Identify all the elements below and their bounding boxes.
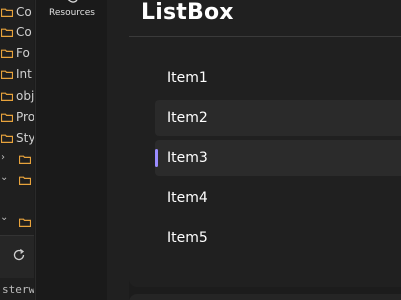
folder-icon [19,155,31,164]
next-card [129,294,401,300]
folder-icon [1,113,13,122]
tree-item-label: Co [16,5,32,19]
folder-icon [19,218,31,227]
tree-item[interactable]: Co [0,2,34,22]
refresh-icon[interactable] [12,248,26,262]
selection-indicator [155,149,158,167]
tree-item[interactable]: Pro [0,107,34,127]
tree-item[interactable] [18,149,34,169]
listbox-item-label: Item1 [167,70,208,86]
tree-item[interactable]: Sty [0,128,34,148]
resources-icon [67,0,78,3]
folder-icon [1,8,13,17]
tree-item-label: Sty [16,131,34,145]
main-panel: ListBox Item1 Item2 Item3 Item4 Item5 [129,0,401,287]
listbox-item[interactable]: Item2 [155,100,401,136]
listbox-item[interactable]: Item1 [155,60,401,96]
folder-icon [1,28,13,37]
tree-item[interactable]: Co [0,22,34,42]
folder-icon [1,49,13,58]
page-title: ListBox [141,0,234,25]
folder-icon [1,70,13,79]
chevron-down-icon[interactable]: ⌄ [0,212,8,223]
folder-icon [19,176,31,185]
listbox-item[interactable]: Item4 [155,180,401,216]
tree-item-label: Pro [16,110,34,124]
listbox-item[interactable]: Item5 [155,220,401,256]
listbox[interactable]: Item1 Item2 Item3 Item4 Item5 [155,60,401,260]
tree-item[interactable] [18,212,34,232]
folder-icon [1,92,13,101]
listbox-item-label: Item3 [167,150,208,166]
folder-icon [1,134,13,143]
listbox-item-selected[interactable]: Item3 [155,140,401,176]
listbox-item-label: Item5 [167,230,208,246]
tree-item[interactable]: Fo [0,43,34,63]
nav-rail: Resources [35,0,108,300]
tree-item-label: Int [16,67,32,81]
terminal-text: sterwi [2,283,34,296]
nav-item-label: Resources [49,8,95,18]
app-window: Co Co Fo Int obj Pro Sty › ⌄ ⌄ sterw Res… [0,0,401,300]
chevron-right-icon[interactable]: › [1,152,5,163]
tree-item[interactable] [18,170,34,190]
tree-item[interactable]: Int [0,64,34,84]
listbox-item-label: Item2 [167,110,208,126]
file-tree: Co Co Fo Int obj Pro Sty › ⌄ ⌄ sterw [0,0,34,300]
listbox-item-label: Item4 [167,190,208,206]
tree-toolbar [0,235,34,278]
content-gutter [107,0,129,300]
tree-item-label: Co [16,25,32,39]
tree-item[interactable]: obj [0,86,34,106]
divider [129,36,401,37]
chevron-down-icon[interactable]: ⌄ [0,172,8,183]
tree-item-label: obj [16,89,34,103]
tree-item-label: Fo [16,46,30,60]
